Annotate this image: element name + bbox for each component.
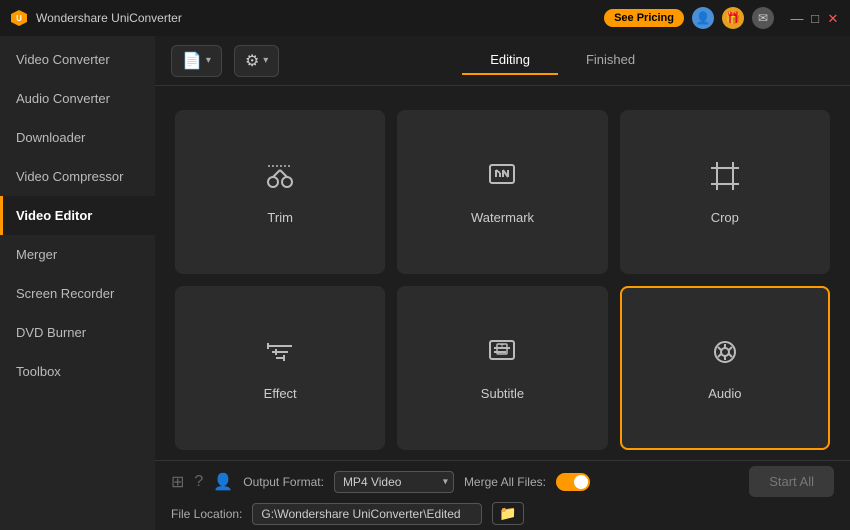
crop-label: Crop bbox=[711, 210, 739, 225]
grid-card-subtitle[interactable]: T Subtitle bbox=[397, 286, 607, 450]
tab-editing[interactable]: Editing bbox=[462, 46, 558, 75]
subtitle-icon: T bbox=[486, 336, 518, 376]
merge-toggle[interactable] bbox=[556, 473, 590, 491]
browse-folder-button[interactable]: 📁 bbox=[492, 502, 523, 525]
effect-icon bbox=[264, 336, 296, 376]
add-files-button[interactable]: 📄 ▾ bbox=[171, 45, 222, 77]
main-layout: Video Converter Audio Converter Download… bbox=[0, 36, 850, 530]
sidebar-item-dvd-burner[interactable]: DVD Burner bbox=[0, 313, 155, 352]
sidebar-item-audio-converter[interactable]: Audio Converter bbox=[0, 79, 155, 118]
help-icon[interactable]: ? bbox=[194, 473, 203, 491]
app-logo: U bbox=[10, 9, 28, 27]
minimize-button[interactable]: — bbox=[790, 11, 804, 25]
user-add-icon[interactable]: 👤 bbox=[213, 472, 233, 492]
svg-text:U: U bbox=[16, 14, 22, 23]
audio-label: Audio bbox=[708, 386, 741, 401]
mail-icon[interactable]: ✉ bbox=[752, 7, 774, 29]
bottom-row-format: ⊞ ? 👤 Output Format: MP4 Video MOV Video… bbox=[171, 466, 834, 497]
title-bar-actions: See Pricing 👤 🎁 ✉ — □ ✕ bbox=[604, 7, 840, 29]
grid-card-trim[interactable]: Trim bbox=[175, 110, 385, 274]
window-controls: — □ ✕ bbox=[790, 11, 840, 25]
sidebar-item-video-compressor[interactable]: Video Compressor bbox=[0, 157, 155, 196]
app-title: Wondershare UniConverter bbox=[36, 11, 604, 25]
watermark-icon bbox=[486, 160, 518, 200]
bottom-row-location: File Location: 📁 bbox=[171, 502, 834, 525]
grid-card-effect[interactable]: Effect bbox=[175, 286, 385, 450]
bottom-bar: ⊞ ? 👤 Output Format: MP4 Video MOV Video… bbox=[155, 460, 850, 530]
sidebar-item-video-converter[interactable]: Video Converter bbox=[0, 40, 155, 79]
sidebar: Video Converter Audio Converter Download… bbox=[0, 36, 155, 530]
sidebar-item-screen-recorder[interactable]: Screen Recorder bbox=[0, 274, 155, 313]
output-format-select-wrapper: MP4 Video MOV Video AVI Video MKV Video bbox=[334, 471, 454, 493]
gift-icon[interactable]: 🎁 bbox=[722, 7, 744, 29]
settings-button[interactable]: ⚙ ▾ bbox=[234, 45, 279, 77]
tab-container: Editing Finished bbox=[291, 46, 834, 75]
title-bar: U Wondershare UniConverter See Pricing 👤… bbox=[0, 0, 850, 36]
content-area: 📄 ▾ ⚙ ▾ Editing Finished bbox=[155, 36, 850, 530]
sidebar-item-video-editor[interactable]: Video Editor bbox=[0, 196, 155, 235]
subtitle-label: Subtitle bbox=[481, 386, 524, 401]
trim-icon bbox=[264, 160, 296, 200]
feature-grid: Trim Watermark bbox=[155, 86, 850, 460]
footer-icons: ⊞ ? 👤 bbox=[171, 472, 233, 492]
grid-card-audio[interactable]: Audio bbox=[620, 286, 830, 450]
merge-label: Merge All Files: bbox=[464, 475, 546, 489]
pricing-button[interactable]: See Pricing bbox=[604, 9, 684, 27]
add-files-caret: ▾ bbox=[206, 55, 211, 66]
start-all-button[interactable]: Start All bbox=[749, 466, 834, 497]
crop-icon bbox=[709, 160, 741, 200]
watermark-label: Watermark bbox=[471, 210, 534, 225]
file-location-label: File Location: bbox=[171, 507, 242, 521]
toolbar: 📄 ▾ ⚙ ▾ Editing Finished bbox=[155, 36, 850, 86]
file-location-input[interactable] bbox=[252, 503, 482, 525]
sidebar-item-merger[interactable]: Merger bbox=[0, 235, 155, 274]
maximize-button[interactable]: □ bbox=[808, 11, 822, 25]
output-format-label: Output Format: bbox=[243, 475, 324, 489]
audio-icon bbox=[709, 336, 741, 376]
effect-label: Effect bbox=[264, 386, 297, 401]
grid-card-watermark[interactable]: Watermark bbox=[397, 110, 607, 274]
trim-label: Trim bbox=[267, 210, 293, 225]
svg-text:T: T bbox=[500, 344, 505, 351]
sidebar-item-toolbox[interactable]: Toolbox bbox=[0, 352, 155, 391]
sidebar-item-downloader[interactable]: Downloader bbox=[0, 118, 155, 157]
settings-caret: ▾ bbox=[263, 55, 268, 66]
settings-icon: ⚙ bbox=[245, 51, 259, 71]
layout-icon[interactable]: ⊞ bbox=[171, 472, 184, 492]
grid-card-crop[interactable]: Crop bbox=[620, 110, 830, 274]
user-avatar-icon[interactable]: 👤 bbox=[692, 7, 714, 29]
close-button[interactable]: ✕ bbox=[826, 11, 840, 25]
output-format-select[interactable]: MP4 Video MOV Video AVI Video MKV Video bbox=[334, 471, 454, 493]
add-files-icon: 📄 bbox=[182, 51, 202, 71]
tab-finished[interactable]: Finished bbox=[558, 46, 663, 75]
